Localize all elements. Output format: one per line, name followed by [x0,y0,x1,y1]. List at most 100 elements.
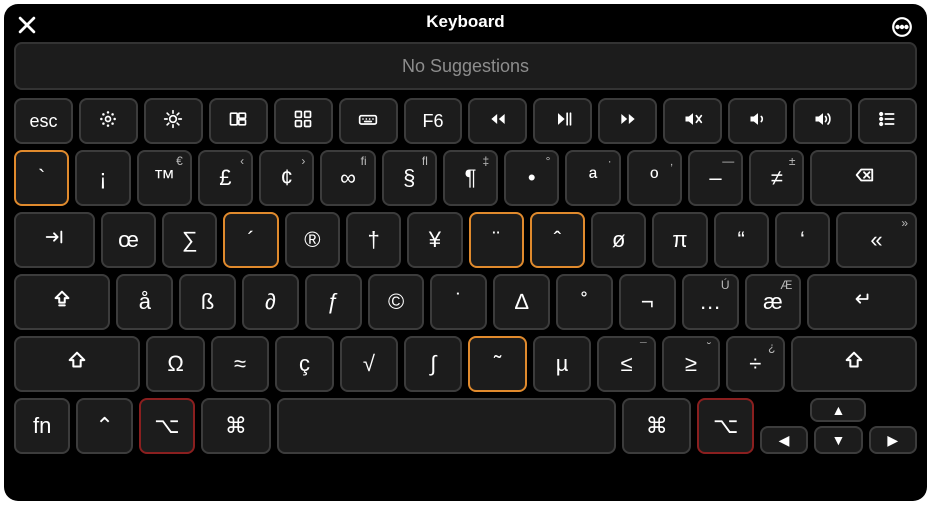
paragraph-key[interactable]: ‡¶ [443,150,498,206]
list-key[interactable] [858,98,917,144]
right-command-key[interactable]: ⌘ [622,398,691,454]
radical-key[interactable]: √ [340,336,398,392]
oslash-key[interactable]: ø [591,212,646,268]
diaeresis-key[interactable]: ¨ [469,212,524,268]
pound-key[interactable]: ‹£ [198,150,253,206]
close-icon[interactable] [16,14,38,41]
control-key[interactable]: ⌃ [76,398,132,454]
lessequal-key-label: ≤ [620,351,632,377]
acute-key[interactable]: ´ [223,212,278,268]
left-command-key-label: ⌘ [225,413,247,439]
capslock-key[interactable] [14,274,110,330]
left-command-key[interactable]: ⌘ [201,398,270,454]
registered-key[interactable]: ® [285,212,340,268]
endash-key[interactable]: —– [688,150,743,206]
grave-key[interactable]: ` [14,150,69,206]
brightness-up-key[interactable] [144,98,203,144]
arrow-right-key[interactable]: ▶ [869,426,917,454]
grave-key-label: ` [38,165,45,191]
overdot-key[interactable]: ˙ [430,274,487,330]
ordmasc-key[interactable]: ‚º [627,150,682,206]
oe-key-label: œ [118,227,139,253]
dagger-key[interactable]: † [346,212,401,268]
forward-key[interactable] [598,98,657,144]
integral-key[interactable]: ∫ [404,336,462,392]
right-shift-key[interactable] [791,336,917,392]
ellipsis-key[interactable]: Ú… [682,274,739,330]
arrow-left-key[interactable]: ◀ [760,426,808,454]
oe-key[interactable]: œ [101,212,156,268]
arrow-down-key[interactable]: ▼ [814,426,862,454]
launchpad-key[interactable] [274,98,333,144]
list-icon [877,109,897,134]
left-option-key-label: ⌥ [154,413,179,439]
lessequal-key[interactable]: ¯≤ [597,336,655,392]
arrow-up-key[interactable]: ▲ [810,398,866,422]
more-icon[interactable] [891,16,913,43]
spacebar-key[interactable] [277,398,616,454]
rewind-key[interactable] [468,98,527,144]
infinity-key[interactable]: ﬁ∞ [320,150,375,206]
yen-key[interactable]: ¥ [407,212,462,268]
cent-key[interactable]: ›¢ [259,150,314,206]
omega-key[interactable]: Ω [146,336,204,392]
f6-key[interactable]: F6 [404,98,463,144]
trademark-key[interactable]: €™ [137,150,192,206]
volume-up-key[interactable] [793,98,852,144]
delete-key[interactable] [810,150,917,206]
arrow-right-icon: ▶ [887,432,898,449]
mission-control-key[interactable] [209,98,268,144]
oslash-key-label: ø [612,227,625,253]
approx-key-label: ≈ [234,351,246,377]
open-quote-key[interactable]: “ [714,212,769,268]
pi-key-label: π [672,227,687,253]
sigma-key[interactable]: ∑ [162,212,217,268]
ae-key-label: æ [763,289,783,315]
eszett-key[interactable]: ß [179,274,236,330]
close-quote-key-label: ‘ [800,227,805,253]
delta-key[interactable]: ∆ [493,274,550,330]
fn-key[interactable]: fn [14,398,70,454]
caret-key[interactable]: ˆ [530,212,585,268]
shift-row: Ω ≈ ç√ ∫ ˜µ¯≤˘≥¿÷ [14,336,917,392]
section-key[interactable]: ﬂ§ [382,150,437,206]
pi-key[interactable]: π [652,212,707,268]
left-shift-key[interactable] [14,336,140,392]
ae-key[interactable]: Ææ [745,274,802,330]
inverted-exclamation-key[interactable]: ¡ [75,150,130,206]
partial-key[interactable]: ∂ [242,274,299,330]
notequal-key[interactable]: ±≠ [749,150,804,206]
brightness-down-key[interactable] [79,98,138,144]
home-row: åß∂ƒ©˙∆˚¬Ú…Ææ [14,274,917,330]
greaterequal-key[interactable]: ˘≥ [662,336,720,392]
arrow-left-icon: ◀ [779,432,790,449]
not-key[interactable]: ¬ [619,274,676,330]
inverted-exclamation-key-label: ¡ [99,165,106,191]
mute-key[interactable] [663,98,722,144]
integral-key-label: ∫ [430,351,436,377]
volume-down-key[interactable] [728,98,787,144]
keyboard-light-key[interactable] [339,98,398,144]
left-option-key[interactable]: ⌥ [139,398,195,454]
rewind-icon [488,109,508,134]
bullet-key[interactable]: °• [504,150,559,206]
close-quote-key[interactable]: ‘ [775,212,830,268]
florin-key[interactable]: ƒ [305,274,362,330]
ordfem-key[interactable]: ·ª [565,150,620,206]
copyright-key[interactable]: © [368,274,425,330]
bottom-row: fn⌃⌥⌘⌘⌥▲◀▼▶ [14,398,917,454]
divide-key[interactable]: ¿÷ [726,336,784,392]
approx-key[interactable]: ≈ [211,336,269,392]
return-key[interactable] [807,274,917,330]
right-option-key[interactable]: ⌥ [697,398,753,454]
function-row: esc F6 [14,98,917,144]
guillemet-key[interactable]: »« [836,212,917,268]
ring-key[interactable]: ˚ [556,274,613,330]
aring-key[interactable]: å [116,274,173,330]
tab-key[interactable] [14,212,95,268]
esc-key[interactable]: esc [14,98,73,144]
mu-key[interactable]: µ [533,336,591,392]
ccedil-key[interactable]: ç [275,336,333,392]
play-pause-key[interactable] [533,98,592,144]
tilde-key[interactable]: ˜ [468,336,526,392]
